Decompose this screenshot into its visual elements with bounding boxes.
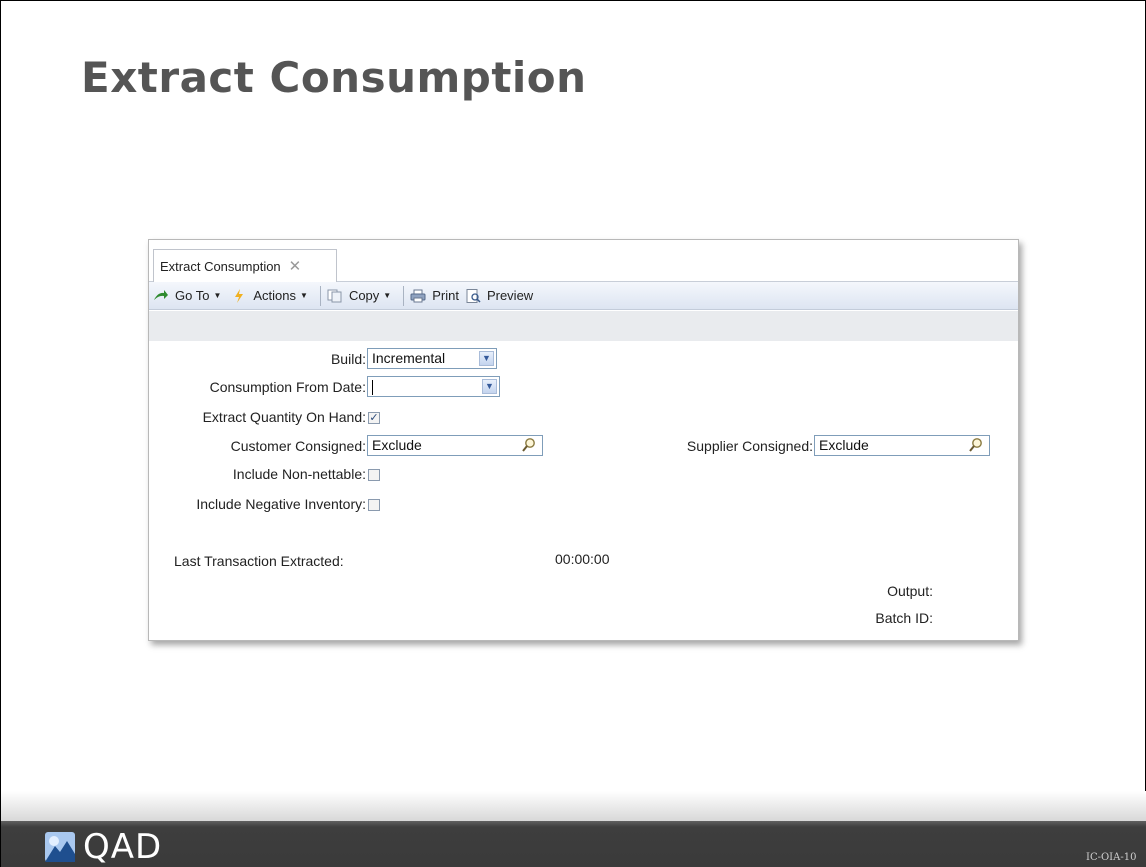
slide-title: Extract Consumption (81, 53, 587, 102)
text-cursor (372, 379, 373, 395)
preview-label: Preview (486, 288, 534, 303)
magnifier-icon[interactable] (968, 437, 984, 453)
goto-button[interactable]: Go To ▼ (153, 288, 225, 303)
supplier-consigned-label: Supplier Consigned: (686, 438, 813, 454)
chevron-down-icon: ▼ (300, 291, 308, 300)
printer-icon (410, 289, 426, 302)
slide-code: IC-OIA-10 (1086, 852, 1137, 863)
toolbar-divider (403, 285, 405, 306)
qad-logo-icon (45, 832, 75, 862)
magnifier-icon[interactable] (521, 437, 537, 453)
extract-qoh-label: Extract Quantity On Hand: (202, 409, 366, 425)
tab-extract-consumption[interactable]: Extract Consumption ✕ (153, 249, 337, 282)
footer-bar (1, 821, 1146, 867)
slide: Extract Consumption Extract Consumption … (0, 0, 1146, 867)
print-button[interactable]: Print (410, 288, 459, 303)
qad-logo: QAD (45, 827, 162, 867)
last-transaction-time: 00:00:00 (555, 551, 610, 567)
output-label: Output: (887, 583, 933, 599)
tab-bar: Extract Consumption ✕ (149, 240, 1018, 282)
tab-label: Extract Consumption (160, 258, 281, 274)
include-non-nettable-label: Include Non-nettable: (232, 466, 366, 482)
supplier-consigned-field[interactable]: Exclude (814, 435, 990, 456)
footer-fade (1, 791, 1146, 821)
build-label: Build: (330, 351, 366, 367)
chevron-down-icon[interactable]: ▼ (479, 351, 494, 366)
chevron-down-icon: ▼ (213, 291, 222, 300)
customer-consigned-label: Customer Consigned: (230, 438, 366, 454)
copy-label: Copy (348, 288, 380, 303)
include-non-nettable-checkbox[interactable] (368, 469, 380, 481)
chevron-down-icon: ▼ (383, 291, 392, 300)
consumption-from-date-field[interactable]: ▼ (367, 376, 500, 397)
goto-label: Go To (175, 288, 210, 303)
preview-button[interactable]: Preview (465, 288, 533, 303)
toolbar: Go To ▼ Actions ▼ Copy ▼ Print Preview (149, 282, 1018, 310)
toolbar-divider (319, 285, 321, 306)
last-transaction-label: Last Transaction Extracted: (174, 553, 344, 569)
batch-id-label: Batch ID: (875, 610, 933, 626)
consumption-from-date-label: Consumption From Date: (209, 379, 366, 395)
logo-text: QAD (83, 827, 163, 867)
preview-icon (466, 288, 481, 303)
supplier-consigned-value: Exclude (819, 437, 869, 453)
close-icon[interactable]: ✕ (289, 257, 302, 275)
customer-consigned-value: Exclude (372, 437, 422, 453)
include-negative-inventory-label: Include Negative Inventory: (196, 496, 366, 512)
lightning-icon (235, 288, 244, 303)
actions-label: Actions (253, 288, 297, 303)
extract-consumption-window: Extract Consumption ✕ Go To ▼ Actions ▼ (148, 239, 1019, 641)
include-negative-inventory-checkbox[interactable] (368, 499, 380, 511)
build-value: Incremental (372, 350, 446, 366)
copy-button[interactable]: Copy ▼ (327, 288, 395, 303)
customer-consigned-field[interactable]: Exclude (367, 435, 543, 456)
chevron-down-icon[interactable]: ▼ (482, 379, 497, 394)
copy-icon (327, 289, 342, 302)
build-select[interactable]: Incremental ▼ (367, 348, 497, 369)
arrow-right-icon (154, 289, 168, 300)
actions-button[interactable]: Actions ▼ (231, 288, 312, 303)
print-label: Print (432, 288, 459, 303)
extract-qoh-checkbox[interactable]: ✓ (368, 412, 380, 424)
sub-toolbar (149, 311, 1018, 341)
